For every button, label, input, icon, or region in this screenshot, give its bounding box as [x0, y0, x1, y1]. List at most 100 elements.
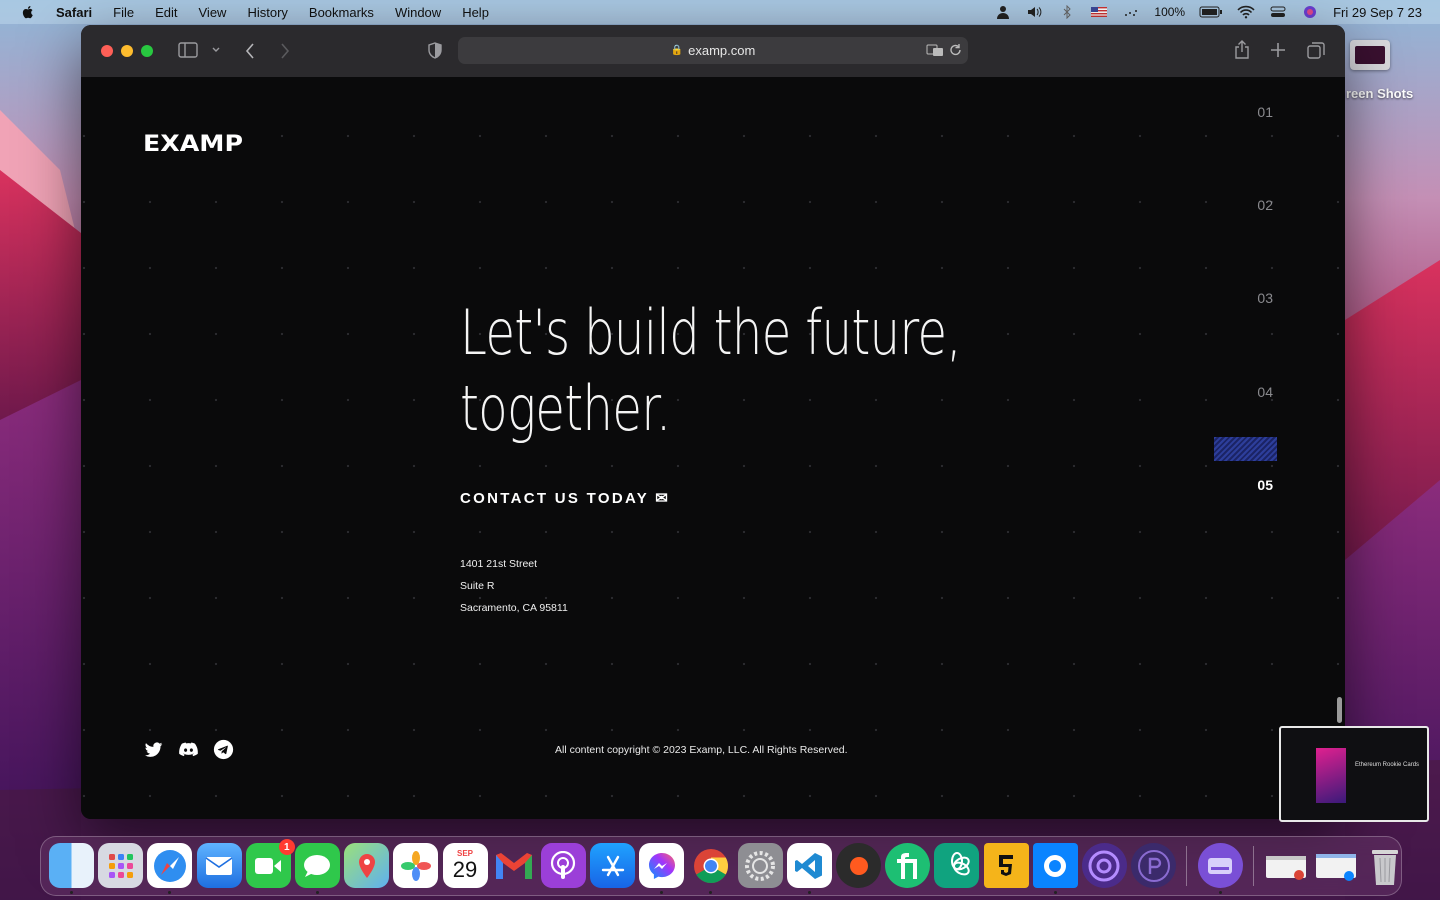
- translate-icon[interactable]: [926, 44, 944, 57]
- menu-view[interactable]: View: [199, 5, 227, 20]
- screenshots-folder-icon[interactable]: [1350, 40, 1390, 70]
- siri-icon[interactable]: [1301, 5, 1319, 19]
- safari-window: 🔒 examp.com EXAMP Let's build the future…: [81, 25, 1345, 819]
- tab-overview-icon[interactable]: [1307, 42, 1325, 59]
- twitter-icon[interactable]: [143, 739, 164, 760]
- launchpad-icon[interactable]: [98, 843, 144, 888]
- section-navigator: 01 02 03 04 05: [1211, 77, 1281, 819]
- proxyman-icon[interactable]: [1081, 843, 1127, 888]
- window-controls: [101, 45, 153, 57]
- section-link-02[interactable]: 02: [1257, 197, 1273, 213]
- facetime-icon[interactable]: 1: [245, 839, 295, 888]
- chatgpt-icon[interactable]: [934, 843, 980, 888]
- chrome-icon[interactable]: [688, 843, 733, 894]
- apple-icon[interactable]: [20, 4, 36, 20]
- vscode-icon[interactable]: [786, 843, 832, 894]
- logo-text: EXAMP: [143, 133, 243, 155]
- thumbnail-card-image: [1316, 748, 1346, 803]
- chevron-down-icon[interactable]: [212, 47, 220, 53]
- address-block: 1401 21st Street Suite R Sacramento, CA …: [460, 553, 568, 619]
- menu-help[interactable]: Help: [462, 5, 489, 20]
- dots-icon[interactable]: [1122, 5, 1140, 19]
- calendar-day: 29: [452, 857, 478, 882]
- wifi-icon[interactable]: [1237, 5, 1255, 19]
- new-tab-icon[interactable]: [1271, 43, 1285, 57]
- messages-icon[interactable]: [294, 843, 340, 894]
- web-page: EXAMP Let's build the future, together. …: [81, 77, 1345, 819]
- recorder-icon[interactable]: [836, 843, 881, 888]
- headline-line-1: Let's build the future,: [460, 296, 962, 369]
- screen-recorder-icon[interactable]: [1032, 843, 1078, 894]
- close-window-button[interactable]: [101, 45, 113, 57]
- address-bar[interactable]: 🔒 examp.com: [458, 37, 968, 64]
- trash-icon[interactable]: [1362, 843, 1407, 888]
- gmail-icon[interactable]: [492, 843, 537, 888]
- dock: 1 SEP 29: [40, 836, 1402, 896]
- mail-icon[interactable]: [196, 843, 242, 888]
- reload-icon[interactable]: [950, 44, 962, 57]
- messenger-icon[interactable]: [639, 843, 685, 894]
- thumbnail-text: Ethereum Rookie Cards: [1355, 762, 1420, 768]
- app-store-icon[interactable]: [590, 843, 636, 888]
- share-icon[interactable]: [1234, 40, 1250, 59]
- telegram-icon[interactable]: [213, 739, 234, 760]
- menu-clock[interactable]: Fri 29 Sep 7 23: [1333, 5, 1422, 20]
- minimize-window-button[interactable]: [121, 45, 133, 57]
- screenshot-thumbnail[interactable]: Ethereum Rookie Cards: [1279, 726, 1429, 822]
- section-link-04[interactable]: 04: [1257, 384, 1273, 400]
- back-icon[interactable]: [245, 43, 255, 59]
- volume-icon[interactable]: [1026, 5, 1044, 19]
- us-flag-icon[interactable]: [1090, 5, 1108, 19]
- documents-stack-icon[interactable]: [1264, 843, 1309, 888]
- headline-line-2: together.: [460, 372, 671, 445]
- menu-app-name[interactable]: Safari: [56, 5, 92, 20]
- pockets-icon[interactable]: [1131, 843, 1177, 888]
- dock-separator: [1186, 846, 1188, 886]
- disk-utility-icon[interactable]: [1197, 843, 1243, 894]
- menu-window[interactable]: Window: [395, 5, 441, 20]
- menu-bar: Safari File Edit View History Bookmarks …: [0, 0, 1440, 24]
- bluetooth-icon[interactable]: [1058, 5, 1076, 19]
- contact-us-link[interactable]: CONTACT US TODAY ✉: [460, 489, 670, 507]
- user-icon[interactable]: [994, 5, 1012, 19]
- address-line-3: Sacramento, CA 95811: [460, 602, 568, 614]
- dock-separator-2: [1252, 846, 1254, 886]
- menu-bookmarks[interactable]: Bookmarks: [309, 5, 374, 20]
- examp-logo[interactable]: EXAMP: [143, 133, 245, 155]
- zoom-window-button[interactable]: [141, 45, 153, 57]
- address-line-2: Suite R: [460, 580, 495, 592]
- menu-history[interactable]: History: [247, 5, 287, 20]
- screenshots-folder-label[interactable]: reen Shots: [1346, 86, 1413, 101]
- calendar-icon[interactable]: SEP 29: [442, 843, 488, 888]
- battery-icon[interactable]: [1199, 5, 1223, 19]
- system-preferences-icon[interactable]: [737, 843, 783, 888]
- safari-icon[interactable]: [147, 843, 193, 894]
- menu-edit[interactable]: Edit: [155, 5, 177, 20]
- facetime-badge: 1: [278, 839, 295, 855]
- page-headline: Let's build the future, together.: [460, 295, 962, 447]
- page-scrollbar[interactable]: [1337, 697, 1342, 723]
- forward-icon[interactable]: [280, 43, 290, 59]
- battery-percent: 100%: [1154, 5, 1186, 19]
- section-link-01[interactable]: 01: [1257, 104, 1273, 120]
- menu-file[interactable]: File: [113, 5, 134, 20]
- html5-icon[interactable]: [983, 843, 1029, 888]
- address-line-1: 1401 21st Street: [460, 558, 538, 570]
- address-bar-url: examp.com: [688, 43, 756, 58]
- browser-toolbar: 🔒 examp.com: [81, 25, 1345, 78]
- finder-icon[interactable]: [49, 843, 94, 894]
- maps-icon[interactable]: [344, 843, 390, 888]
- social-links: [143, 739, 234, 760]
- privacy-shield-icon[interactable]: [427, 42, 443, 59]
- photos-icon[interactable]: [393, 843, 439, 888]
- section-link-03[interactable]: 03: [1257, 290, 1273, 306]
- discord-icon[interactable]: [178, 739, 199, 760]
- control-center-icon[interactable]: [1269, 5, 1287, 19]
- podcasts-icon[interactable]: [540, 843, 586, 888]
- windows-stack-icon[interactable]: [1313, 843, 1358, 888]
- copyright-text: All content copyright © 2023 Examp, LLC.…: [555, 744, 848, 756]
- section-link-05[interactable]: 05: [1257, 477, 1273, 493]
- sidebar-toggle-icon[interactable]: [178, 42, 198, 58]
- active-section-indicator: [1214, 437, 1277, 461]
- fiverr-icon[interactable]: [885, 843, 931, 888]
